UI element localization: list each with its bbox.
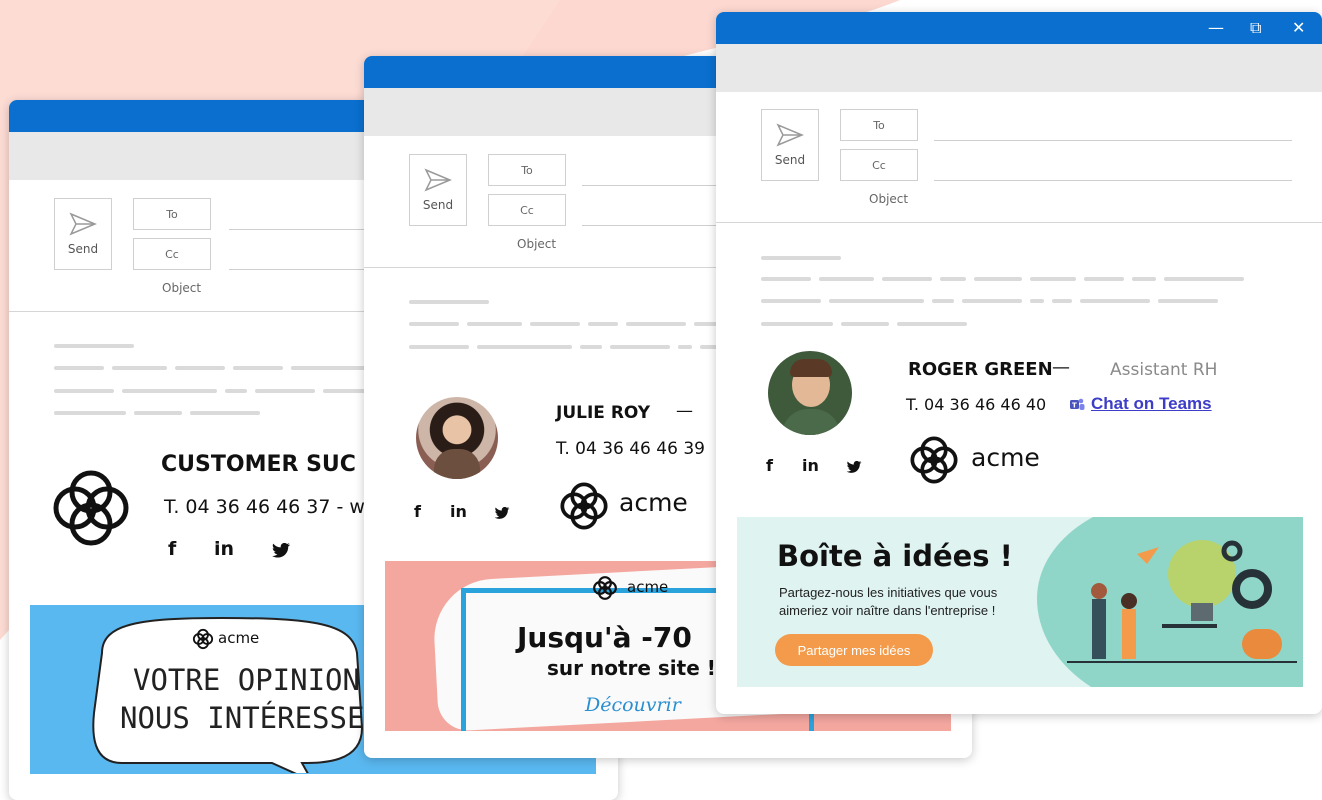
to-input[interactable] [934,140,1292,141]
signature-role: Assistant RH [1110,360,1218,380]
acme-wordmark: acme [619,488,688,517]
banner-headline-1: VOTRE OPINION [133,663,360,697]
title-bar [716,12,1322,44]
to-button[interactable]: To [488,154,566,186]
ideas-banner[interactable]: Boîte à idées ! Partagez-nous les initia… [737,517,1303,687]
send-icon [424,168,452,192]
twitter-icon[interactable] [271,543,291,559]
banner-brand: acme [218,629,260,647]
signature-name: CUSTOMER SUC [161,452,356,477]
acme-banner-logo-icon [593,576,617,600]
to-button[interactable]: To [133,198,211,230]
acme-wordmark: acme [971,443,1040,472]
chat-on-teams-link[interactable]: Chat on Teams [1091,394,1212,414]
send-button[interactable]: Send [54,198,112,270]
linkedin-icon[interactable]: in [802,456,819,475]
send-icon [69,212,97,236]
twitter-icon[interactable] [494,507,510,520]
send-label: Send [422,198,454,212]
share-ideas-button[interactable]: Partager mes idées [775,634,933,666]
signature-phone: T. 04 36 46 46 37 - w [164,496,365,518]
acme-logo-icon [560,482,608,530]
name-dash: — [676,401,693,421]
teams-icon: T [1070,398,1085,410]
object-label: Object [162,281,202,295]
header-separator [716,222,1322,223]
svg-text:T: T [1072,402,1077,410]
send-icon [776,123,804,147]
send-label: Send [67,242,99,256]
name-dash: — [1052,357,1070,378]
banner-text-1: Partagez-nous les initiatives que vous [779,585,998,600]
banner-headline-2: NOUS INTÉRESSE [120,701,365,735]
facebook-icon[interactable]: f [766,456,773,475]
banner-brand: acme [627,578,669,596]
signature-name: ROGER GREEN [908,359,1053,380]
banner-title: Boîte à idées ! [777,539,1013,573]
facebook-icon[interactable]: f [168,538,176,560]
email-window-3: — ⧉ ✕ Send To Cc Object f in ROGER GREEN… [716,12,1322,714]
signature-phone: T. 04 36 46 46 39 [556,439,705,459]
to-button[interactable]: To [840,109,918,141]
banner-subline: sur notre site ! [547,656,716,680]
signature-phone: T. 04 36 46 46 40 [906,395,1047,414]
object-label: Object [517,237,557,251]
banner-headline: Jusqu'à -70 [517,621,692,654]
banner-text-2: aimeriez voir naître dans l'entreprise ! [779,603,996,618]
linkedin-icon[interactable]: in [214,538,234,560]
toolbar [716,44,1322,92]
minimize-button[interactable]: — [1208,18,1224,37]
lightbulb-illustration-icon [1067,540,1297,663]
signature-name: JULIE ROY [556,403,651,423]
cc-input[interactable] [934,180,1292,181]
cc-button[interactable]: Cc [840,149,918,181]
twitter-icon[interactable] [846,461,862,474]
close-button[interactable]: ✕ [1292,18,1305,37]
send-label: Send [774,153,806,167]
avatar [768,351,852,435]
acme-logo-icon [910,436,958,484]
cc-button[interactable]: Cc [488,194,566,226]
send-button[interactable]: Send [409,154,467,226]
object-label: Object [869,192,909,206]
acme-banner-logo-icon [192,628,214,650]
acme-logo-icon [53,470,129,546]
avatar [416,397,498,479]
banner-cta-link[interactable]: Découvrir [585,694,681,716]
send-button[interactable]: Send [761,109,819,181]
cc-button[interactable]: Cc [133,238,211,270]
linkedin-icon[interactable]: in [450,502,467,521]
facebook-icon[interactable]: f [414,502,421,521]
restore-button[interactable]: ⧉ [1250,18,1261,38]
